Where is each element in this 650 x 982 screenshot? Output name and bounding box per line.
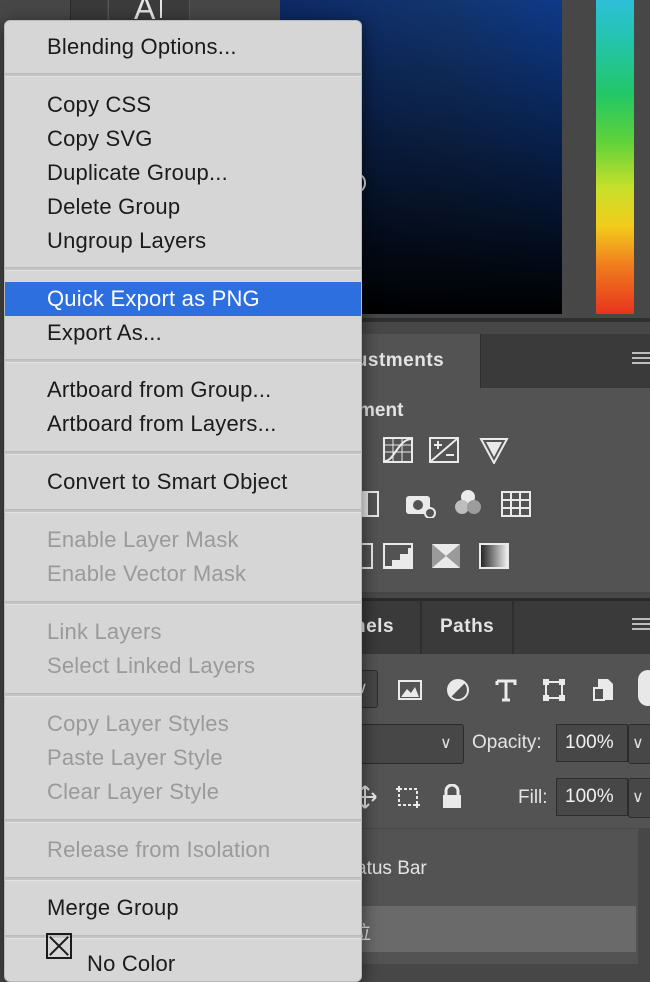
posterize-icon[interactable] <box>382 542 414 570</box>
layers-scrollbar[interactable] <box>638 828 650 964</box>
layer-row[interactable] <box>340 906 636 952</box>
menu-item-enable-layer-mask: Enable Layer Mask <box>47 527 239 552</box>
menu-item-enable-vector-mask: Enable Vector Mask <box>47 561 247 586</box>
menu-item-delete-group[interactable]: Delete Group <box>5 190 361 224</box>
shape-layer-filter-icon[interactable] <box>540 676 568 704</box>
adjustment-layer-filter-icon[interactable] <box>444 676 472 704</box>
tab-adjustments-label: justments <box>350 350 445 371</box>
text-cursor <box>160 0 162 18</box>
fill-field[interactable]: 100% <box>556 778 628 816</box>
checkbox-checked-icon <box>46 933 72 959</box>
layer-name: atus Bar <box>356 858 427 879</box>
menu-item-select-linked-layers: Select Linked Layers <box>47 653 256 678</box>
chevron-down-icon: ∨ <box>440 735 452 752</box>
menu-separator <box>5 359 361 363</box>
vibrance-icon[interactable] <box>478 436 510 464</box>
menu-item-copy-layer-styles: Copy Layer Styles <box>47 711 229 736</box>
menu-separator <box>5 819 361 823</box>
opacity-label: Opacity: <box>472 732 542 753</box>
menu-item-quick-export-png[interactable]: Quick Export as PNG <box>5 282 361 316</box>
type-layer-filter-icon[interactable] <box>492 676 520 704</box>
curves-icon[interactable] <box>382 436 414 464</box>
menu-item-artboard-from-layers[interactable]: Artboard from Layers... <box>5 407 361 441</box>
menu-separator <box>5 509 361 513</box>
pixel-layer-filter-icon[interactable] <box>396 676 424 704</box>
panel-divider <box>340 318 650 322</box>
menu-item-ungroup-layers[interactable]: Ungroup Layers <box>5 224 361 258</box>
menu-item-blending-options[interactable]: Blending Options... <box>5 30 361 64</box>
menu-item-clear-layer-style: Clear Layer Style <box>47 779 220 804</box>
menu-item-duplicate-group[interactable]: Duplicate Group... <box>5 156 361 190</box>
menu-item-copy-svg[interactable]: Copy SVG <box>5 122 361 156</box>
tool-strip <box>70 0 107 20</box>
menu-item-merge-group[interactable]: Merge Group <box>5 891 361 925</box>
exposure-icon[interactable] <box>428 436 460 464</box>
smart-object-filter-icon[interactable] <box>590 676 618 704</box>
tab-paths[interactable]: Paths <box>440 616 494 638</box>
threshold-icon[interactable] <box>430 542 462 570</box>
lock-artboard-icon[interactable] <box>394 784 422 810</box>
lock-all-icon[interactable] <box>440 784 464 810</box>
hue-slider[interactable] <box>596 0 634 314</box>
menu-item-paste-layer-style: Paste Layer Style <box>47 745 223 770</box>
menu-separator <box>5 73 361 77</box>
channel-mixer-icon[interactable] <box>452 488 484 516</box>
menu-item-export-as[interactable]: Export As... <box>5 316 361 350</box>
menu-separator <box>5 877 361 881</box>
menu-separator <box>5 267 361 271</box>
photo-filter-icon[interactable] <box>404 490 436 518</box>
gradient-map-icon[interactable] <box>478 542 510 570</box>
menu-item-convert-smart-object[interactable]: Convert to Smart Object <box>5 465 361 499</box>
menu-item-link-layers: Link Layers <box>47 619 162 644</box>
menu-item-copy-css[interactable]: Copy CSS <box>5 88 361 122</box>
adjustments-panel-menu-icon[interactable] <box>632 352 650 367</box>
tab-divider <box>512 600 514 654</box>
menu-separator <box>5 451 361 455</box>
menu-item-release-from-isolation: Release from Isolation <box>47 837 271 862</box>
adjustments-heading: ment <box>358 400 404 421</box>
layer-context-menu: Blending Options... Copy CSS Copy SVG Du… <box>4 20 362 982</box>
fill-label: Fill: <box>518 787 548 808</box>
menu-separator <box>5 693 361 697</box>
chevron-down-icon: ∨ <box>632 789 644 806</box>
tab-divider <box>420 600 422 654</box>
menu-separator <box>5 601 361 605</box>
opacity-field[interactable]: 100% <box>556 724 628 762</box>
menu-item-artboard-from-group[interactable]: Artboard from Group... <box>5 373 361 407</box>
color-lookup-icon[interactable] <box>500 490 532 518</box>
layers-panel-menu-icon[interactable] <box>632 618 650 633</box>
filter-toggle[interactable] <box>638 670 650 706</box>
chevron-down-icon: ∨ <box>632 735 644 752</box>
